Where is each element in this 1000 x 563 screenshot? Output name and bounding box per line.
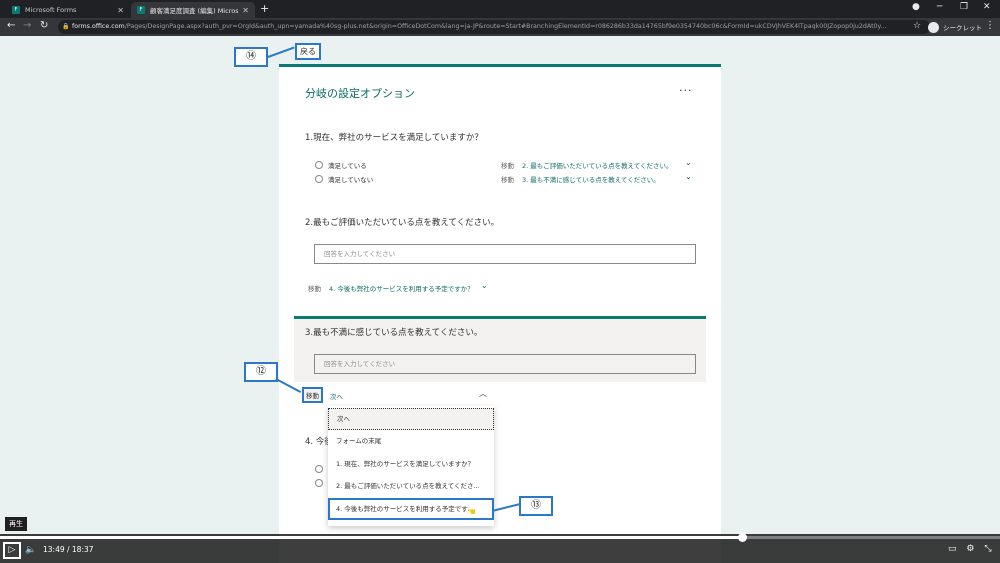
radio-icon: [315, 161, 323, 169]
option-label: 満足している: [328, 162, 367, 170]
address-bar[interactable]: 🔒 forms.office.com/Pages/DesignPage.aspx…: [58, 20, 930, 34]
more-options-icon[interactable]: ...: [679, 81, 693, 94]
branch-goto[interactable]: 移動 4. 今後も弊社のサービスを利用する予定ですか？: [308, 283, 474, 293]
goto-value: 4. 今後も弊社のサービスを利用する予定ですか？: [329, 285, 474, 293]
player-right-controls: ▭ ⚙ ⤡: [948, 544, 999, 554]
volume-icon[interactable]: 🔈: [25, 545, 36, 555]
incognito-label: シークレット: [943, 24, 982, 32]
question-4-option: [315, 465, 328, 473]
play-button[interactable]: ▷: [3, 542, 21, 559]
question-1-title: 1.現在、弊社のサービスを満足していますか？: [305, 133, 483, 143]
browser-toolbar: ← → ↻ 🔒 forms.office.com/Pages/DesignPag…: [0, 18, 1000, 36]
option-label: 満足していない: [328, 176, 374, 184]
goto-select[interactable]: 次へ: [330, 391, 343, 401]
question-1-option: 満足している: [315, 160, 367, 170]
browser-menu-icon[interactable]: ⋮: [985, 20, 995, 31]
question-4-option: [315, 479, 328, 487]
dropdown-option[interactable]: フォームの末尾: [328, 430, 494, 452]
forms-favicon-icon: F: [137, 6, 145, 14]
branch-goto[interactable]: 移動 3. 最も不満に感じている点を教えてください。: [501, 174, 660, 184]
question-1-option: 満足していない: [315, 174, 373, 184]
reload-icon[interactable]: ↻: [40, 20, 48, 31]
progress-fill: [0, 536, 742, 539]
tab-title: 顧客満足度調査 (編集) Microsoft: [150, 7, 239, 15]
callout-13: ⑬: [519, 496, 553, 516]
question-2-title: 2.最もご評価いただいている点を教えてください。: [305, 218, 500, 228]
minimize-icon[interactable]: ─: [937, 2, 942, 12]
close-tab-icon[interactable]: ✕: [117, 6, 124, 15]
page-header-strip: [0, 36, 1000, 64]
chevron-down-icon[interactable]: ⌄: [685, 172, 692, 181]
play-tooltip: 再生: [5, 517, 27, 531]
branch-goto[interactable]: 移動 2. 最もご評価いただいている点を教えてください。: [501, 160, 673, 170]
goto-label: 移動: [501, 176, 514, 184]
dropdown-option[interactable]: 次へ: [328, 408, 494, 430]
radio-icon: [315, 479, 323, 487]
progress-knob[interactable]: [738, 533, 747, 542]
goto-value: 2. 最もご評価いただいている点を教えてください。: [522, 162, 673, 170]
browser-tab-bar: F Microsoft Forms ✕ F 顧客満足度調査 (編集) Micro…: [0, 0, 1000, 18]
dropdown-option[interactable]: 2. 最もご評価いただいている点を教えてくださ...: [328, 475, 494, 497]
callout-12: ⑫: [244, 362, 278, 382]
question-3-section: 3.最も不満に感じている点を教えてください。 回答を入力してください: [294, 316, 706, 416]
url-path: /Pages/DesignPage.aspx?auth_pvr=OrgId&au…: [124, 23, 887, 30]
goto-label-highlighted: 移動: [302, 387, 323, 403]
progress-bar[interactable]: [0, 533, 1000, 542]
forms-favicon-icon: F: [12, 6, 20, 14]
browser-tab-active[interactable]: F 顧客満足度調査 (編集) Microsoft ✕: [131, 2, 255, 18]
fullscreen-exit-icon[interactable]: ⤡: [984, 544, 991, 554]
chevron-down-icon[interactable]: ⌄: [685, 158, 692, 167]
new-tab-icon[interactable]: +: [260, 2, 269, 15]
time-readout: 13:49 / 18:37: [43, 545, 94, 554]
back-button[interactable]: 戻る: [295, 43, 321, 60]
close-window-icon[interactable]: ✕: [983, 2, 991, 12]
goto-label: 移動: [501, 162, 514, 170]
question-3-title: 3.最も不満に感じている点を教えてください。: [305, 328, 483, 338]
chevron-down-icon[interactable]: ⌄: [481, 281, 488, 290]
lock-icon: 🔒: [62, 23, 70, 30]
answer-input[interactable]: 回答を入力してください: [314, 354, 696, 374]
chevron-up-icon[interactable]: ︿: [479, 388, 487, 399]
profile-icon[interactable]: ●: [912, 2, 920, 12]
radio-icon: [315, 465, 323, 473]
browser-tab[interactable]: F Microsoft Forms ✕: [6, 2, 130, 18]
settings-gear-icon[interactable]: ⚙: [966, 544, 974, 554]
hand-cursor-icon: ☚: [467, 507, 476, 518]
radio-icon: [315, 175, 323, 183]
incognito-indicator[interactable]: シークレット: [928, 20, 982, 34]
goto-value: 3. 最も不満に感じている点を教えてください。: [522, 176, 660, 184]
restore-icon[interactable]: ❐: [960, 2, 968, 12]
url-host: forms.office.com: [72, 23, 125, 30]
forward-arrow-icon[interactable]: →: [23, 20, 31, 31]
dropdown-option[interactable]: 1. 現在、弊社のサービスを満足していますか？: [328, 453, 494, 475]
captions-icon[interactable]: ▭: [948, 544, 957, 554]
answer-input[interactable]: 回答を入力してください: [314, 244, 696, 264]
close-tab-icon[interactable]: ✕: [242, 6, 249, 15]
page-title: 分岐の設定オプション: [305, 87, 415, 100]
callout-14: ⑭: [234, 47, 268, 67]
video-player-controls: ▷ 🔈 13:49 / 18:37 ▭ ⚙ ⤡: [0, 533, 1000, 563]
goto-label: 移動: [308, 285, 321, 293]
incognito-icon: [928, 21, 939, 33]
tab-title: Microsoft Forms: [25, 6, 77, 14]
back-arrow-icon[interactable]: ←: [7, 20, 15, 31]
bookmark-star-icon[interactable]: ☆: [913, 21, 921, 31]
